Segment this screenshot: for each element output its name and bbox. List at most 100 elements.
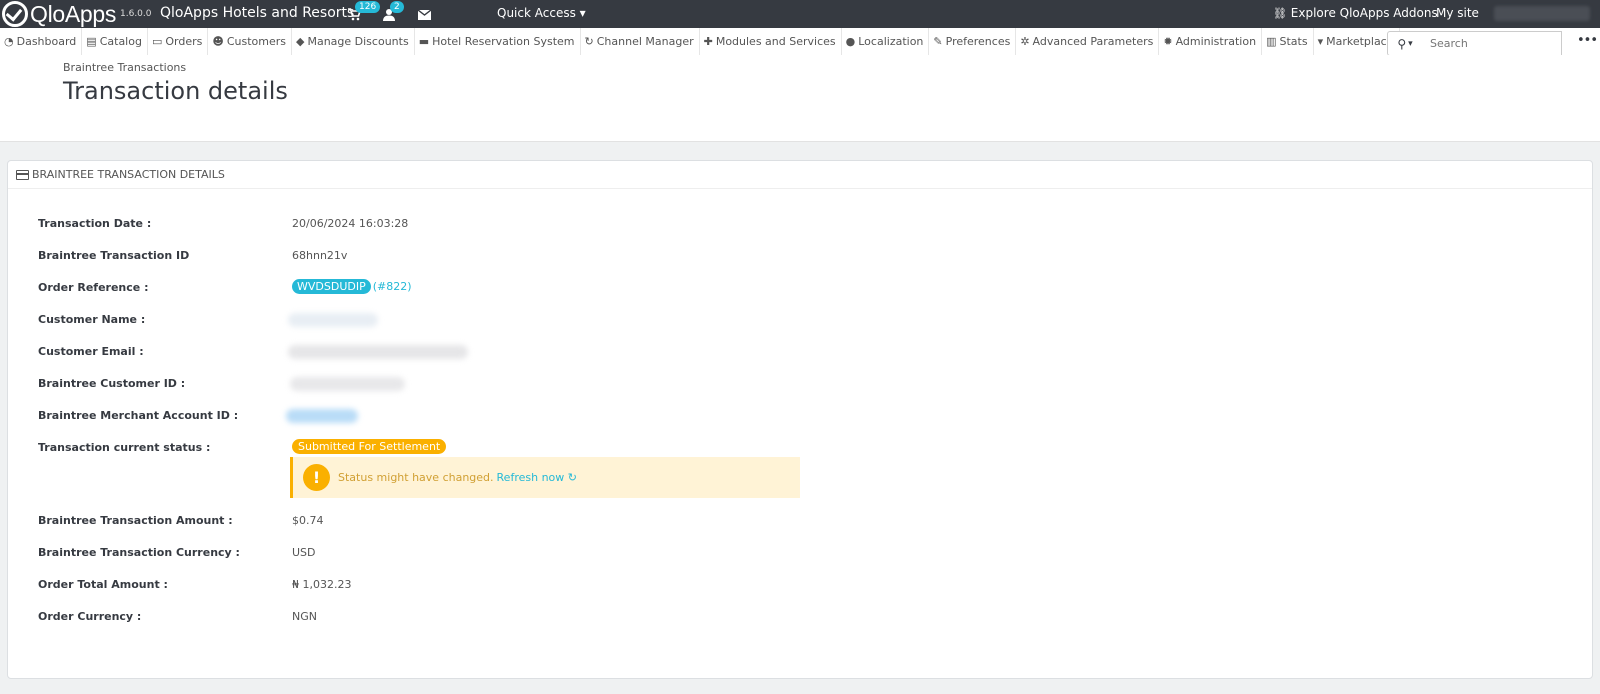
order-reference-badge[interactable]: WVDSDUDIP <box>292 279 371 294</box>
cart-icon: ▾ <box>1317 35 1324 48</box>
nav-item-localization[interactable]: ● Localization <box>842 28 930 55</box>
order-id-link[interactable]: (#822) <box>373 280 412 293</box>
dashboard-icon: ◔ <box>4 35 14 48</box>
nav-item-label: Customers <box>226 35 286 48</box>
transaction-status-label: Transaction current status : <box>38 441 211 454</box>
merchant-account-id-value <box>286 409 358 426</box>
nav-item-preferences[interactable]: ✎ Preferences <box>929 28 1017 55</box>
order-currency-value: NGN <box>292 610 317 623</box>
order-reference-label: Order Reference : <box>38 281 149 294</box>
braintree-customer-id-label: Braintree Customer ID : <box>38 377 186 390</box>
refresh-now-link[interactable]: Refresh now ↻ <box>497 471 577 484</box>
nav-item-channel-manager[interactable]: ↻ Channel Manager <box>581 28 700 55</box>
nav-item-manage-discounts[interactable]: ◆ Manage Discounts <box>292 28 415 55</box>
customer-count-badge: 2 <box>390 1 404 13</box>
nav-item-label: Hotel Reservation System <box>432 35 575 48</box>
nav-item-label: Preferences <box>945 35 1011 48</box>
exclamation-icon: ! <box>303 464 330 491</box>
version-label: 1.6.0.0 <box>120 9 152 19</box>
nav-list: ◔ Dashboard ▤ Catalog ▭ Orders ☻ Customers ◆ Mana… <box>0 28 1400 55</box>
order-total-label: Order Total Amount : <box>38 578 168 591</box>
refresh-now-label: Refresh now <box>496 471 565 484</box>
redacted-customer-name <box>288 313 378 327</box>
caret-down-icon: ▾ <box>575 6 586 20</box>
users-icon: ☻ <box>212 35 224 48</box>
caret-down-icon: ▾ <box>1408 38 1413 49</box>
refresh-icon: ↻ <box>567 471 577 484</box>
cog-icon: ✹ <box>1163 35 1173 48</box>
credit-card-icon: ▭ <box>151 35 163 48</box>
braintree-customer-id-value <box>290 377 405 394</box>
search-input[interactable] <box>1422 31 1562 56</box>
transaction-details-panel: Braintree Transaction Details Transactio… <box>7 160 1593 679</box>
redacted-customer-email <box>288 345 468 359</box>
transaction-status-value: Submitted For Settlement <box>292 439 447 454</box>
envelope-icon <box>417 9 432 20</box>
transaction-currency-label: Braintree Transaction Currency : <box>38 546 240 559</box>
logo[interactable]: QloApps <box>0 0 116 28</box>
bar-chart-icon: ▥ <box>1266 35 1277 48</box>
page-title: Transaction details <box>63 77 288 105</box>
explore-addons-link[interactable]: ⛓ Explore QloApps Addons <box>1273 6 1438 20</box>
nav-item-dashboard[interactable]: ◔ Dashboard <box>0 28 83 55</box>
nav-item-hotel-reservation-system[interactable]: ▬ Hotel Reservation System <box>415 28 581 55</box>
alert-text: Status might have changed. <box>338 471 494 484</box>
customer-notification-button[interactable]: 2 <box>383 1 404 22</box>
nav-item-advanced-parameters[interactable]: ✲ Advanced Parameters <box>1016 28 1160 55</box>
more-menu-icon[interactable]: ••• <box>1577 33 1598 48</box>
refresh-icon: ↻ <box>584 35 594 48</box>
messages-button[interactable] <box>417 6 436 22</box>
nav-item-label: Channel Manager <box>596 35 694 48</box>
logo-icon <box>2 1 28 27</box>
merchant-account-id-label: Braintree Merchant Account ID : <box>38 409 239 422</box>
credit-card-icon <box>16 169 29 180</box>
nav-item-administration[interactable]: ✹ Administration <box>1159 28 1263 55</box>
transaction-amount-label: Braintree Transaction Amount : <box>38 514 233 527</box>
alert-message: Status might have changed. Refresh now ↻ <box>338 471 577 484</box>
cart-notification-button[interactable]: 126 <box>348 1 381 22</box>
nav-item-modules-and-services[interactable]: ✚ Modules and Services <box>700 28 842 55</box>
cogs-icon: ✲ <box>1020 35 1030 48</box>
customer-name-label: Customer Name : <box>38 313 146 326</box>
panel-heading: Braintree Transaction Details <box>8 161 1592 189</box>
panel-heading-label: Braintree Transaction Details <box>32 168 225 181</box>
transaction-date-label: Transaction Date : <box>38 217 152 230</box>
nav-item-label: Orders <box>165 35 203 48</box>
quick-access-label: Quick Access <box>497 6 576 20</box>
nav-item-label: Stats <box>1279 35 1308 48</box>
redacted-merchant-id <box>286 409 358 423</box>
book-icon: ▤ <box>86 35 97 48</box>
brand-name: QloApps <box>30 0 117 27</box>
order-total-value: ₦ 1,032.23 <box>292 578 352 591</box>
page-header: Braintree Transactions Transaction detai… <box>0 55 1600 142</box>
transaction-amount-value: $0.74 <box>292 514 324 527</box>
nav-item-label: Administration <box>1175 35 1257 48</box>
nav-item-customers[interactable]: ☻ Customers <box>208 28 292 55</box>
search-type-button[interactable]: ⚲ ▾ <box>1387 31 1423 56</box>
nav-item-label: Catalog <box>99 35 142 48</box>
breadcrumb[interactable]: Braintree Transactions <box>63 61 186 74</box>
bed-icon: ▬ <box>418 35 430 48</box>
tags-icon: ◆ <box>296 35 305 48</box>
employee-menu[interactable] <box>1494 6 1590 21</box>
customer-email-label: Customer Email : <box>38 345 144 358</box>
order-reference-value: WVDSDUDIP (#822) <box>292 279 412 294</box>
transaction-currency-value: USD <box>292 546 316 559</box>
cart-count-badge: 126 <box>355 1 381 13</box>
nav-item-label: Marketplace <box>1326 35 1394 48</box>
quick-access-dropdown[interactable]: Quick Access ▾ <box>497 6 586 20</box>
nav-item-label: Dashboard <box>16 35 77 48</box>
status-badge: Submitted For Settlement <box>292 439 447 454</box>
customer-name-value <box>288 313 378 330</box>
globe-icon: ● <box>845 35 856 48</box>
status-warning-alert: ! Status might have changed. Refresh now … <box>290 457 800 498</box>
nav-item-stats[interactable]: ▥ Stats <box>1262 28 1314 55</box>
nav-item-label: Manage Discounts <box>307 35 409 48</box>
shop-name[interactable]: QloApps Hotels and Resorts <box>160 5 354 21</box>
search-icon: ⚲ <box>1397 36 1407 51</box>
nav-item-orders[interactable]: ▭ Orders <box>148 28 209 55</box>
customer-email-value <box>288 345 468 362</box>
my-site-link[interactable]: My site <box>1436 6 1479 20</box>
nav-item-catalog[interactable]: ▤ Catalog <box>82 28 148 55</box>
transaction-date-value: 20/06/2024 16:03:28 <box>292 217 409 230</box>
